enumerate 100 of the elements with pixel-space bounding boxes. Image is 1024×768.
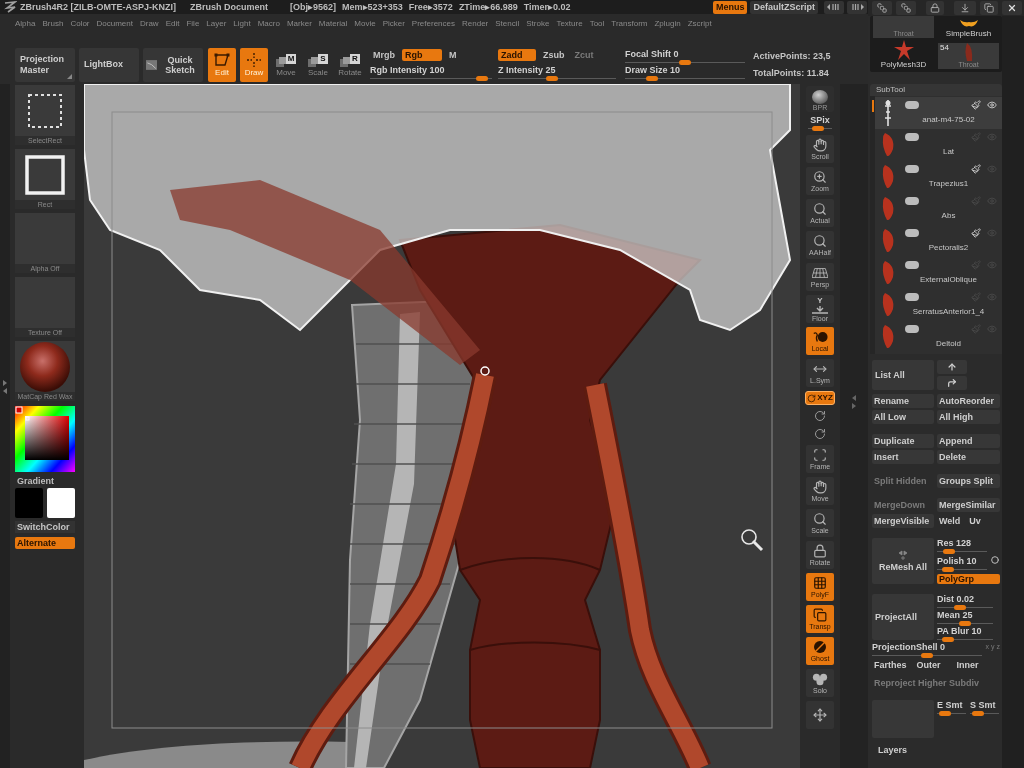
menu-item[interactable]: Layer xyxy=(206,20,227,28)
menu-item[interactable]: Tool xyxy=(589,20,605,28)
slider-handle[interactable] xyxy=(812,126,825,131)
slider-handle[interactable] xyxy=(921,653,933,658)
color-swatch[interactable] xyxy=(47,488,75,518)
axis-toggle[interactable]: XYZ xyxy=(805,391,835,405)
panel-button[interactable]: Rename xyxy=(872,394,934,408)
menu-item[interactable]: Stencil xyxy=(495,20,520,28)
subtool-item[interactable]: SerratusAnterior1_4 xyxy=(875,289,1002,321)
menu-item[interactable]: Light xyxy=(233,20,251,28)
slider-handle[interactable] xyxy=(645,76,658,81)
rotate-axis-button[interactable] xyxy=(813,409,827,423)
slider-handle[interactable] xyxy=(938,711,951,716)
subtool-item[interactable]: Pectoralis2 xyxy=(875,225,1002,257)
slider-handle[interactable] xyxy=(953,605,966,610)
mode-button[interactable]: M Move xyxy=(272,48,300,82)
slider-track[interactable] xyxy=(937,621,993,626)
title-bar-button[interactable]: DefaultZScript xyxy=(750,0,818,14)
toggle-button[interactable]: Uv xyxy=(967,514,985,528)
move-down-button[interactable] xyxy=(937,376,967,390)
previous-tool-button[interactable] xyxy=(872,1,892,15)
slider-handle[interactable] xyxy=(971,711,984,716)
panel-button[interactable]: Delete xyxy=(937,450,1000,464)
toggle-pill[interactable] xyxy=(905,325,919,333)
menu-item[interactable]: Texture xyxy=(556,20,583,28)
depth-mode-toggle[interactable]: Zsub xyxy=(540,49,568,61)
slider-handle[interactable] xyxy=(959,621,971,626)
menu-item[interactable]: Zplugin xyxy=(654,20,681,28)
color-picker[interactable] xyxy=(15,406,75,472)
paintbrush-icon[interactable] xyxy=(971,100,981,110)
menu-item[interactable]: Zscript xyxy=(687,20,712,28)
subtool-item[interactable]: Deltoid xyxy=(875,321,1002,353)
menu-item[interactable]: Picker xyxy=(382,20,405,28)
view-button[interactable] xyxy=(806,701,834,729)
alternate-toggle[interactable]: Alternate xyxy=(15,537,75,549)
panel-button[interactable]: MergeSimilar xyxy=(937,498,1000,512)
collapse-arrows-icon[interactable] xyxy=(851,394,857,410)
switch-color-button[interactable]: SwitchColor xyxy=(15,521,75,533)
tool-thumbnail[interactable]: PolyMesh3D xyxy=(873,39,934,69)
projection-mode-button[interactable]: Outer xyxy=(914,658,943,672)
slider-handle[interactable] xyxy=(545,76,558,81)
panel-button[interactable]: All Low xyxy=(872,410,934,424)
menu-item[interactable]: Material xyxy=(318,20,348,28)
menu-item[interactable]: Draw xyxy=(139,20,159,28)
toggle-pill[interactable] xyxy=(905,261,919,269)
slider-track[interactable] xyxy=(937,567,987,572)
slider-handle[interactable] xyxy=(942,549,955,554)
menu-item[interactable]: Preferences xyxy=(411,20,455,28)
close-button[interactable] xyxy=(1002,1,1022,15)
slider-track[interactable] xyxy=(970,711,999,716)
lock-button[interactable] xyxy=(926,1,944,15)
toggle-button[interactable]: Weld xyxy=(937,514,965,528)
subtool-item[interactable]: anat-m4-75-02 xyxy=(875,97,1002,129)
depth-mode-toggle[interactable]: Zadd xyxy=(498,49,536,61)
panel-button[interactable]: MergeVisible xyxy=(872,514,934,528)
lightbox-button[interactable]: LightBox xyxy=(79,48,139,82)
toggle-pill[interactable] xyxy=(905,133,919,141)
slider-handle[interactable] xyxy=(475,76,488,81)
toggle-pill[interactable] xyxy=(905,101,919,109)
toggle-pill[interactable] xyxy=(905,197,919,205)
menu-item[interactable]: Movie xyxy=(354,20,376,28)
menu-item[interactable]: Document xyxy=(96,20,133,28)
layers-header[interactable]: Layers xyxy=(878,746,1002,755)
subtool-item[interactable]: ExternalOblique xyxy=(875,257,1002,289)
panel-button[interactable]: Insert xyxy=(872,450,934,464)
slider-handle[interactable] xyxy=(941,567,954,572)
subtool-item[interactable]: Lat xyxy=(875,129,1002,161)
polygroup-toggle[interactable]: PolyGrp xyxy=(937,574,1000,584)
paintbrush-icon[interactable] xyxy=(971,164,981,174)
slider-handle[interactable] xyxy=(679,60,691,65)
panel-button[interactable]: AutoReorder xyxy=(937,394,1000,408)
color-mode-toggle[interactable]: Mrgb xyxy=(370,49,398,61)
slider-handle[interactable] xyxy=(942,637,955,642)
restore-button[interactable] xyxy=(980,1,998,15)
tool-thumbnail[interactable]: SimpleBrush xyxy=(938,16,999,38)
panel-button[interactable]: Duplicate xyxy=(872,434,934,448)
menu-item[interactable]: Edit xyxy=(165,20,180,28)
menu-item[interactable]: Marker xyxy=(286,20,312,28)
toggle-pill[interactable] xyxy=(905,165,919,173)
menu-item[interactable]: Stroke xyxy=(526,20,550,28)
panel-button[interactable]: Groups Split xyxy=(937,474,1000,488)
scrollbar-thumb[interactable] xyxy=(871,100,874,112)
color-mode-toggle[interactable]: Rgb xyxy=(402,49,442,61)
color-swatch[interactable] xyxy=(15,488,43,518)
slider-track[interactable] xyxy=(937,637,993,642)
menu-item[interactable]: Color xyxy=(70,20,90,28)
projection-master-button[interactable]: Projection Master xyxy=(15,48,75,82)
scrollbar-track[interactable] xyxy=(870,96,875,354)
color-mode-toggle[interactable]: M xyxy=(446,49,460,61)
mode-button[interactable]: S Scale xyxy=(304,48,332,82)
remesh-all-button[interactable]: ReMesh All xyxy=(872,538,934,584)
minimize-button[interactable] xyxy=(954,1,976,15)
slider-track[interactable] xyxy=(937,711,966,716)
circle-toggle-icon[interactable] xyxy=(991,556,999,564)
projection-mode-button[interactable]: Inner xyxy=(954,658,981,672)
menu-item[interactable]: Render xyxy=(462,20,489,28)
menu-item[interactable]: File xyxy=(186,20,200,28)
project-all-button[interactable]: ProjectAll xyxy=(872,594,934,640)
rotate-axis-button[interactable] xyxy=(813,427,827,441)
subtool-header[interactable]: SubTool xyxy=(870,84,1002,96)
